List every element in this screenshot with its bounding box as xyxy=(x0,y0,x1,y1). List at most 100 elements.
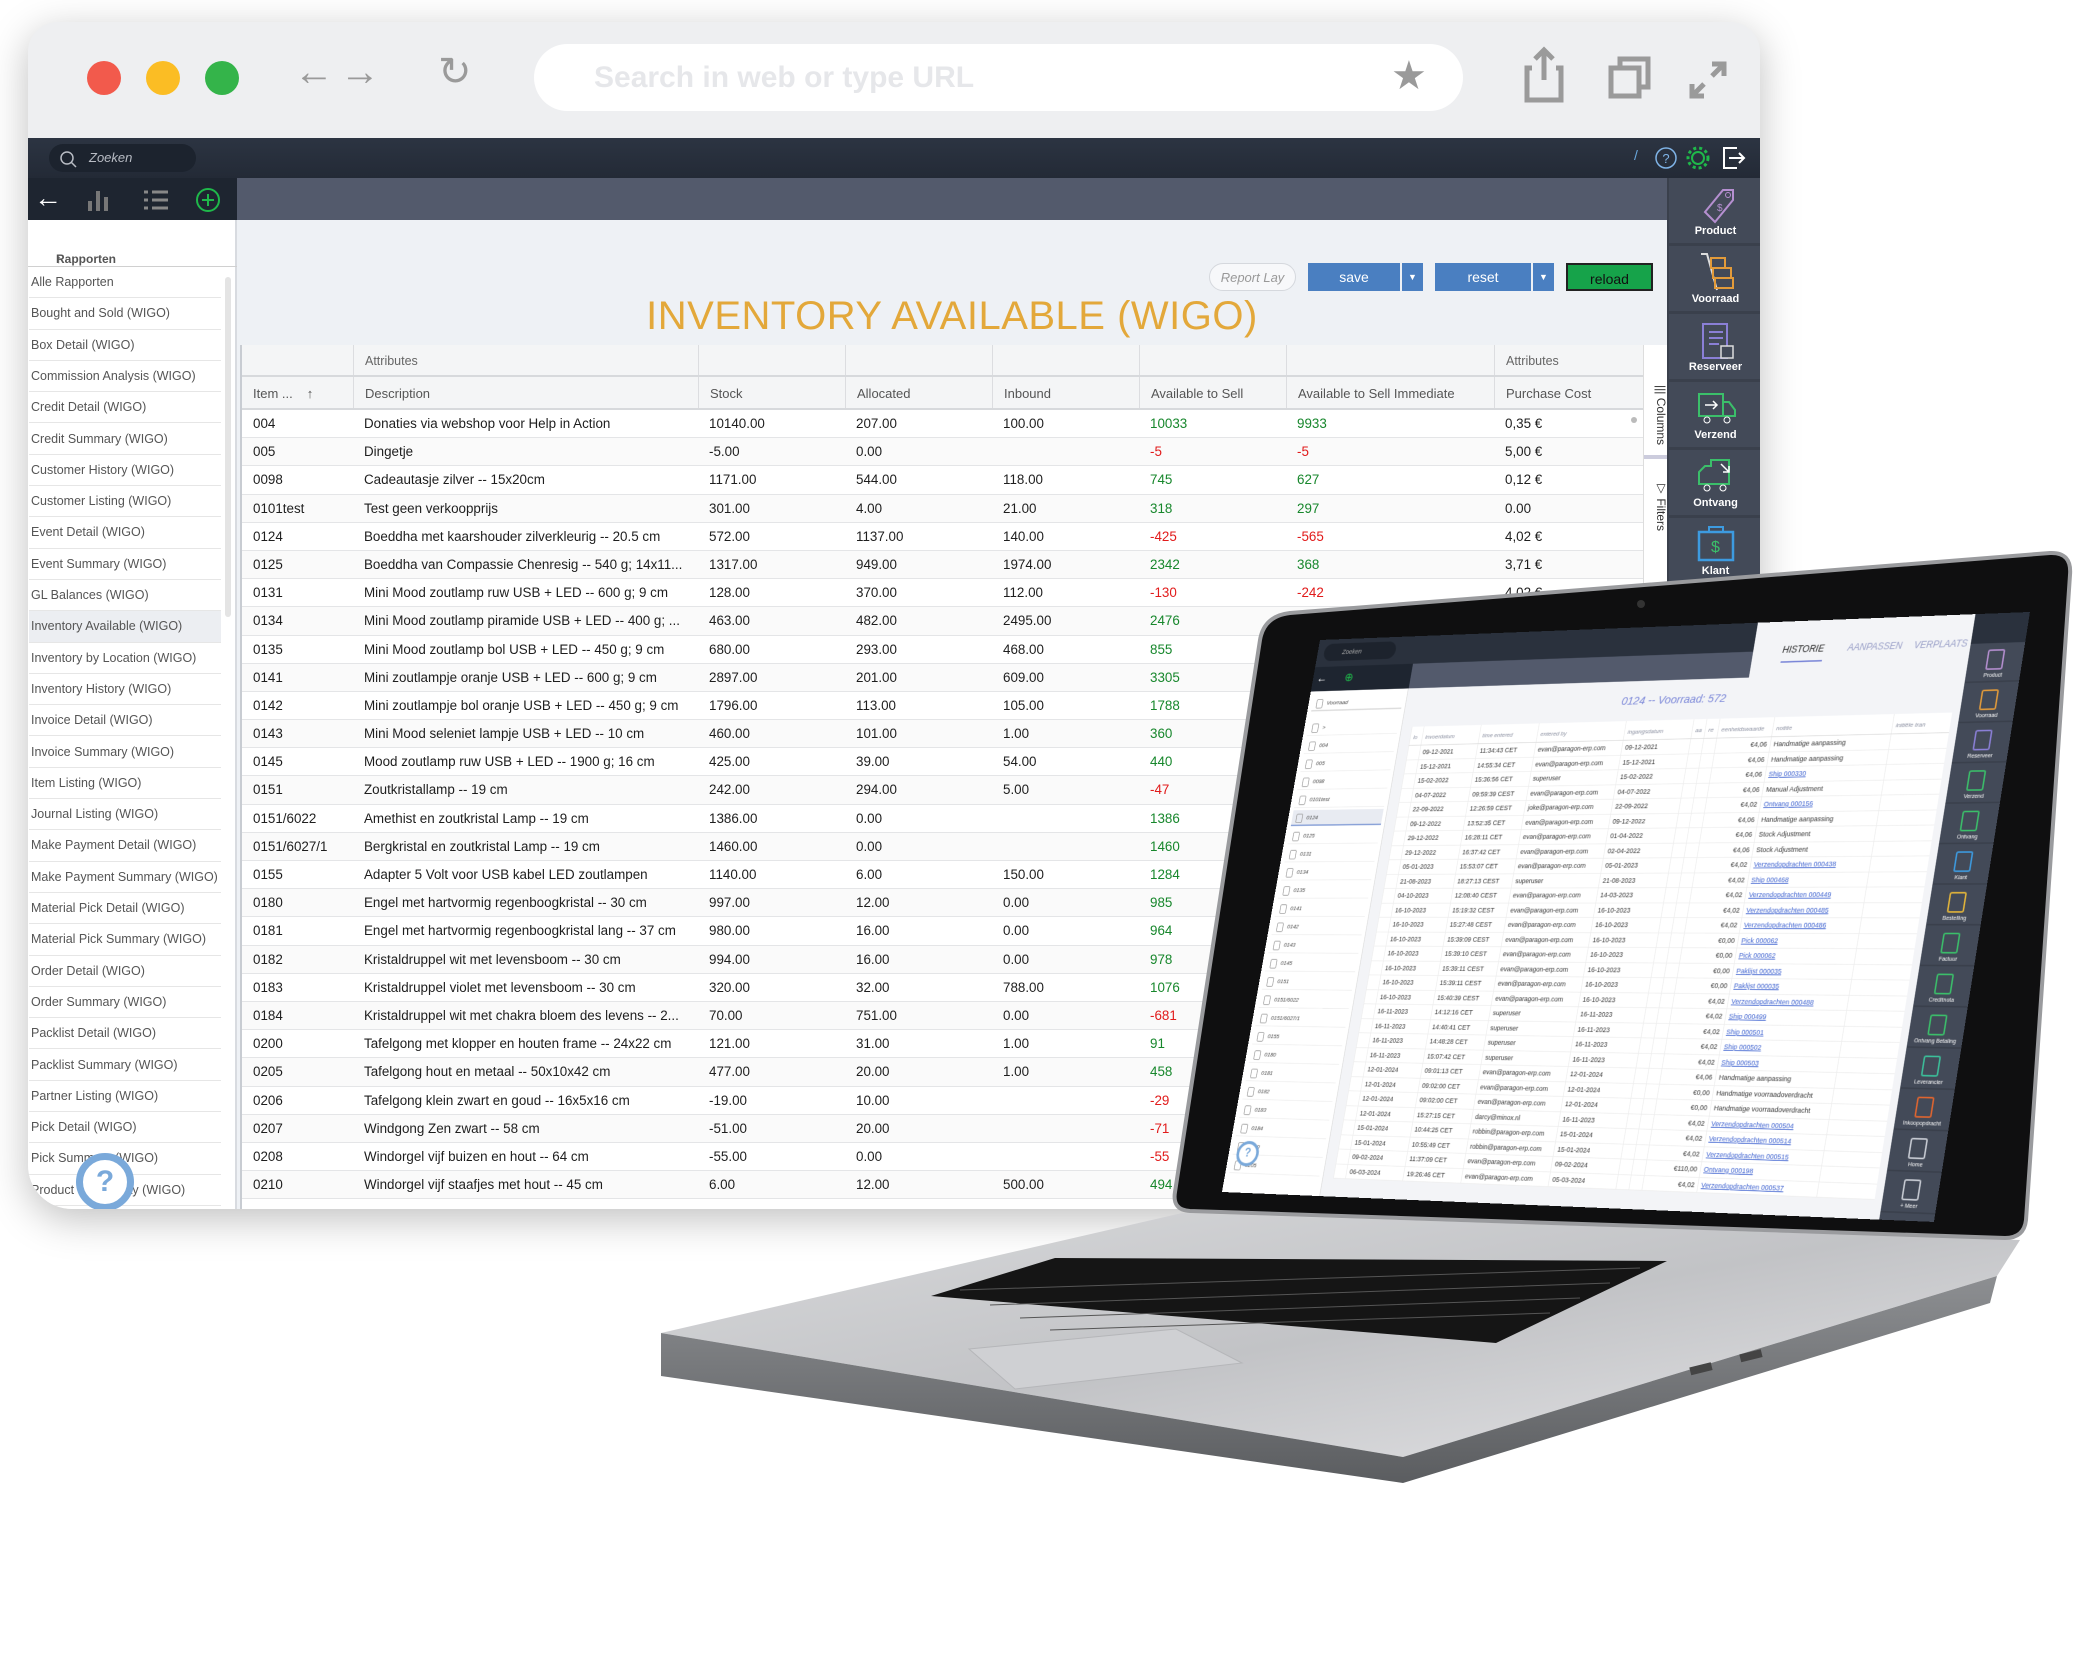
mini-list-item[interactable]: 0180 xyxy=(1248,1046,1342,1065)
history-link[interactable]: Pick 000062 xyxy=(1734,948,1857,964)
mini-list-item[interactable]: 0151 xyxy=(1261,973,1355,991)
mini-nav-label: Inkoopopdracht xyxy=(1902,1120,1942,1128)
history-cell: evan@paragon-erp.com xyxy=(1513,858,1603,874)
mini-list-item[interactable]: 0124 xyxy=(1290,808,1384,827)
history-link[interactable]: Paklijst 000035 xyxy=(1731,963,1854,980)
mini-list-item[interactable]: 0151/6027/1 xyxy=(1255,1010,1349,1028)
mini-list-item[interactable]: 0101test xyxy=(1294,790,1387,809)
mini-nav-item[interactable]: Ontvang Betaling xyxy=(1906,1007,1968,1049)
mini-list-item[interactable]: 0182 xyxy=(1242,1083,1336,1102)
history-cell xyxy=(1818,1166,1880,1184)
mini-nav-item[interactable]: Factuur xyxy=(1919,926,1981,967)
history-link[interactable]: Ship 000501 xyxy=(1721,1024,1844,1042)
mini-list-item[interactable]: > xyxy=(1306,717,1400,736)
history-cell xyxy=(1841,1026,1903,1043)
mini-tab-aanpassen[interactable]: AANPASSEN xyxy=(1847,640,1903,653)
mini-list-item[interactable]: 0098 xyxy=(1297,772,1391,791)
history-row[interactable]: 16-10-2023 15:19:32 CEST evan@paragon-erp.… xyxy=(1378,902,1922,919)
mini-list-item[interactable]: 0135 xyxy=(1277,882,1371,899)
history-row[interactable]: 21-08-2023 18:27:13 CEST superuser 21-08-20… xyxy=(1383,871,1927,889)
history-link[interactable]: Verzendopdrachten 000486 xyxy=(1739,918,1862,933)
mini-nav-item[interactable]: Ontvang xyxy=(1938,803,2000,845)
history-cell: 09-02-2024 xyxy=(1347,1149,1408,1166)
mini-nav-item[interactable]: Verzend xyxy=(1945,763,2007,804)
mini-column-header[interactable]: entered by xyxy=(1535,721,1627,743)
mini-nav-item[interactable]: Product xyxy=(1964,641,2026,684)
history-link[interactable]: Pick 000062 xyxy=(1736,933,1859,949)
mini-list-item[interactable]: 0125 xyxy=(1287,827,1381,845)
mini-column-header[interactable]: eenheidswaarde xyxy=(1716,717,1775,738)
mini-nav-item[interactable]: Bestelling xyxy=(1925,885,1987,926)
history-cell xyxy=(1876,809,1937,826)
history-cell: €4,06 xyxy=(1701,812,1759,828)
history-cell: 16-10-2023 xyxy=(1593,902,1664,918)
mini-list-item[interactable]: 0145 xyxy=(1265,955,1358,973)
mini-list-item[interactable]: 004 xyxy=(1303,735,1397,754)
mini-nav-item[interactable]: + Meer xyxy=(1880,1171,1942,1215)
mini-column-header[interactable]: initiële tran xyxy=(1890,712,1953,734)
history-cell: Handmatige aanpassing xyxy=(1756,810,1879,827)
history-cell: Manual Adjustment xyxy=(1761,780,1884,797)
mini-nav-icon xyxy=(1940,932,1961,954)
mini-list-item[interactable]: 005 xyxy=(1300,754,1394,772)
mini-list-item[interactable]: 0184 xyxy=(1235,1119,1329,1140)
history-link[interactable]: Ship 000502 xyxy=(1719,1039,1842,1057)
mini-list-item[interactable]: 0142 xyxy=(1271,918,1365,936)
mini-tab-verplaats[interactable]: VERPLAATS xyxy=(1913,638,1968,651)
mini-list-item[interactable]: 0151/6022 xyxy=(1258,991,1352,1010)
history-link[interactable]: Ship 000468 xyxy=(1746,872,1869,887)
mini-list-item[interactable]: 0155 xyxy=(1252,1028,1346,1047)
mini-nav-item[interactable]: Reserveer xyxy=(1951,722,2013,764)
history-link[interactable]: Verzendopdrachten 000485 xyxy=(1741,902,1864,918)
history-cell: 16-11-2023 xyxy=(1367,1033,1428,1049)
history-cell xyxy=(1848,979,1910,996)
mini-column-header[interactable]: time entered xyxy=(1477,723,1539,744)
mini-nav-item[interactable]: Klant xyxy=(1932,844,1994,885)
history-row[interactable]: 04-10-2023 12:08:40 CEST evan@paragon-erp.… xyxy=(1381,887,1925,904)
add-circle-icon[interactable]: ⊕ xyxy=(1329,672,1354,685)
mini-tab-historie[interactable]: HISTORIE xyxy=(1780,642,1826,663)
mini-list-item[interactable]: 0143 xyxy=(1268,937,1362,954)
history-cell xyxy=(1888,732,1949,749)
history-link[interactable]: Ontvang 000156 xyxy=(1758,795,1881,812)
mini-column-header[interactable]: notitie xyxy=(1771,714,1894,737)
history-link[interactable]: Verzendopdrachten 000537 xyxy=(1696,1177,1819,1197)
mini-list-item[interactable]: 0131 xyxy=(1284,845,1378,863)
history-link[interactable]: Ship 000499 xyxy=(1724,1009,1847,1026)
history-link[interactable]: Ship 000503 xyxy=(1716,1054,1839,1073)
history-cell: €4,02 xyxy=(1666,1023,1724,1039)
mini-list-item[interactable]: 0183 xyxy=(1239,1101,1333,1121)
history-cell: evan@paragon-erp.com xyxy=(1495,961,1586,977)
history-cell: 15-01-2024 xyxy=(1350,1135,1410,1152)
history-cell xyxy=(1878,794,1940,810)
history-cell xyxy=(1838,1041,1900,1058)
history-link[interactable]: Verzendopdrachten 000438 xyxy=(1749,856,1872,872)
mini-nav-item[interactable]: Creditnota xyxy=(1913,966,1974,1008)
history-link[interactable]: Paklijst 000035 xyxy=(1729,978,1852,995)
mini-list-item[interactable]: 0134 xyxy=(1281,863,1375,881)
history-cell: evan@paragon-erp.com xyxy=(1490,991,1581,1007)
mini-column-header[interactable]: ingangsdatum xyxy=(1622,719,1694,740)
history-cell xyxy=(1881,779,1942,795)
mini-list-item[interactable]: 0181 xyxy=(1245,1064,1339,1084)
history-link[interactable]: Verzendopdrachten 000449 xyxy=(1744,887,1867,903)
history-cell: 11:37:09 CET xyxy=(1404,1151,1466,1168)
history-link[interactable]: Verzendopdrachten 000488 xyxy=(1726,993,1849,1011)
mini-list-item[interactable]: 0141 xyxy=(1274,900,1368,917)
mini-search-input[interactable]: Zoeken xyxy=(1322,641,1398,662)
history-cell: 16-11-2023 xyxy=(1365,1047,1426,1063)
history-cell: 15-12-2021 xyxy=(1415,758,1476,774)
history-cell: 16-11-2023 xyxy=(1575,1007,1646,1023)
mini-nav-item[interactable]: Home xyxy=(1886,1130,1949,1174)
mini-nav-label: Home xyxy=(1907,1162,1924,1169)
mini-nav-icon xyxy=(1920,1055,1942,1077)
history-cell: 05-01-2023 xyxy=(1600,858,1671,873)
mini-nav-item[interactable]: Leverancier xyxy=(1900,1048,1962,1091)
history-cell: 15:27:15 CET xyxy=(1412,1107,1473,1124)
mini-nav-item[interactable]: Inkoopopdracht xyxy=(1893,1089,1955,1132)
history-table: lo invoerdatum time entered entered by ingan… xyxy=(1333,712,1953,1200)
mini-nav-item[interactable]: Voorraad xyxy=(1958,682,2019,724)
history-cell: €4,06 xyxy=(1714,737,1772,753)
mini-column-header[interactable]: invoerdatum xyxy=(1420,724,1481,745)
history-link[interactable]: Ship 000330 xyxy=(1763,764,1886,782)
